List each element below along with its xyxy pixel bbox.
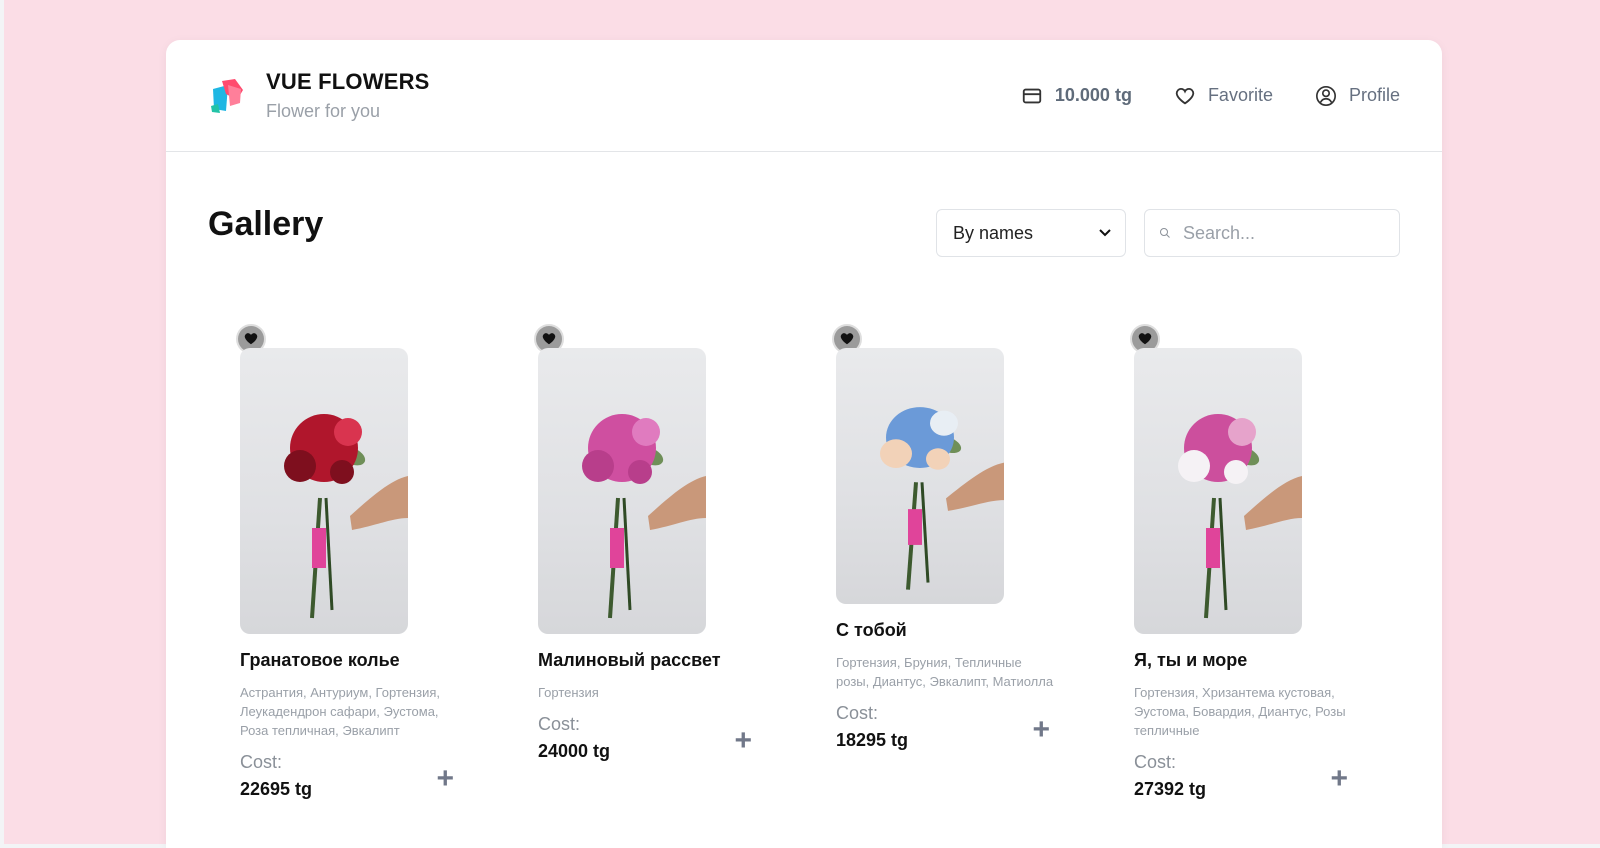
- heart-filled-icon: [840, 333, 854, 345]
- window-edge: [0, 0, 4, 848]
- price-row: Cost: 18295 tg +: [836, 703, 1050, 751]
- price-row: Cost: 27392 tg +: [1134, 752, 1348, 800]
- product-card: С тобой Гортензия, Бруния, Тепличные роз…: [804, 326, 1102, 800]
- product-name[interactable]: Гранатовое колье: [240, 650, 506, 671]
- product-card: Гранатовое колье Астрантия, Антуриум, Го…: [208, 326, 506, 800]
- gallery-controls: By names: [936, 209, 1400, 257]
- bouquet-image: [582, 414, 706, 619]
- header: VUE FLOWERS Flower for you 10.000 tg Fav…: [166, 40, 1442, 152]
- favorite-label: Favorite: [1207, 85, 1273, 105]
- product-name[interactable]: С тобой: [836, 620, 1102, 641]
- bouquet-image: [284, 414, 408, 619]
- price-row: Cost: 22695 tg +: [240, 752, 454, 800]
- favorite-link[interactable]: Favorite: [1174, 85, 1273, 107]
- balance-amount: 10.000 tg: [1054, 85, 1132, 105]
- bouquet-logo-icon: [211, 78, 243, 113]
- header-nav: 10.000 tg Favorite Profile: [1021, 85, 1400, 107]
- sort-select[interactable]: By names: [936, 209, 1126, 257]
- gallery-section: Gallery By names Search... Гранатовое ко…: [166, 152, 1442, 800]
- cost-label: Cost:: [1134, 752, 1177, 772]
- heart-filled-icon: [1138, 333, 1152, 345]
- product-composition: Гортензия, Бруния, Тепличные розы, Диант…: [836, 655, 1054, 689]
- price-row: Cost: 24000 tg +: [538, 714, 752, 762]
- gallery-toolbar: Gallery By names: [208, 152, 1400, 312]
- product-name[interactable]: Малиновый рассвет: [538, 650, 804, 671]
- product-composition: Гортензия: [538, 685, 599, 700]
- heart-filled-icon: [244, 333, 258, 345]
- add-to-cart-button[interactable]: +: [734, 726, 752, 756]
- profile-label: Profile: [1348, 85, 1400, 105]
- add-to-cart-button[interactable]: +: [436, 764, 454, 794]
- heart-icon: [1175, 87, 1195, 104]
- user-icon: [1315, 85, 1336, 106]
- product-price: 27392 tg: [1134, 779, 1207, 799]
- search-icon: [1160, 228, 1170, 238]
- product-photo[interactable]: [538, 348, 706, 634]
- product-card: Малиновый рассвет Гортензия Cost: 24000 …: [506, 326, 804, 800]
- add-to-cart-button[interactable]: +: [1330, 764, 1348, 794]
- product-composition: Гортензия, Хризантема кустовая, Эустома,…: [1134, 685, 1346, 738]
- search-input[interactable]: [1181, 221, 1385, 245]
- credit-card-icon: [1022, 88, 1042, 103]
- cost-label: Cost:: [836, 703, 879, 723]
- brand-title: VUE FLOWERS: [266, 69, 430, 94]
- app-card: VUE FLOWERS Flower for you 10.000 tg Fav…: [166, 40, 1442, 848]
- bouquet-image: [1178, 414, 1302, 619]
- search-box[interactable]: [1144, 209, 1400, 257]
- brand-subtitle: Flower for you: [266, 101, 381, 121]
- product-card: Я, ты и море Гортензия, Хризантема кусто…: [1102, 326, 1400, 800]
- brand[interactable]: VUE FLOWERS Flower for you: [208, 69, 430, 122]
- profile-link[interactable]: Profile: [1315, 85, 1400, 107]
- cost-label: Cost:: [240, 752, 283, 772]
- chevron-down-icon: [1099, 229, 1111, 237]
- product-name[interactable]: Я, ты и море: [1134, 650, 1400, 671]
- sort-selected-value: By names: [953, 222, 1034, 243]
- product-composition: Астрантия, Антуриум, Гортензия, Леукаден…: [240, 685, 440, 738]
- product-photo[interactable]: [240, 348, 408, 634]
- cost-label: Cost:: [538, 714, 581, 734]
- cart-balance-button[interactable]: 10.000 tg: [1021, 85, 1132, 107]
- product-price: 22695 tg: [240, 779, 313, 799]
- add-to-cart-button[interactable]: +: [1032, 715, 1050, 745]
- product-photo[interactable]: [836, 348, 1004, 604]
- heart-filled-icon: [542, 333, 556, 345]
- bouquet-image: [880, 407, 1004, 590]
- product-photo[interactable]: [1134, 348, 1302, 634]
- product-price: 24000 tg: [538, 741, 611, 761]
- page-title: Gallery: [208, 204, 324, 243]
- product-grid: Гранатовое колье Астрантия, Антуриум, Го…: [208, 326, 1400, 800]
- product-price: 18295 tg: [836, 730, 909, 750]
